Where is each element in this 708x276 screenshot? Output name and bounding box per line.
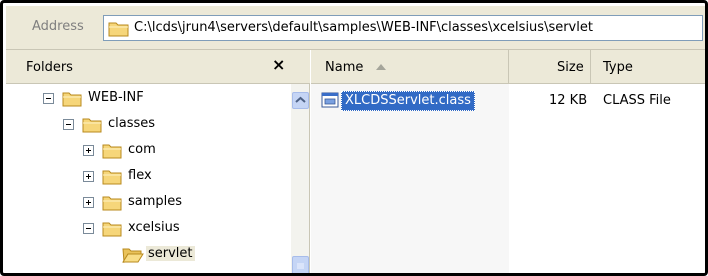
tree-item-com[interactable]: com	[6, 140, 286, 162]
expand-icon[interactable]	[83, 197, 94, 208]
column-header-type[interactable]: Type	[591, 50, 705, 84]
scroll-up-button[interactable]	[292, 92, 309, 109]
address-path: C:\lcds\jrun4\servers\default\samples\WE…	[134, 20, 593, 35]
vertical-scrollbar[interactable]	[291, 84, 309, 273]
tree-item-label: com	[128, 142, 156, 157]
column-header-label: Size	[557, 60, 584, 75]
collapse-icon[interactable]	[63, 119, 74, 130]
tree-item-classes[interactable]: classes	[6, 114, 286, 136]
folders-header: Folders ×	[6, 50, 310, 84]
grip-icon	[297, 263, 304, 269]
tree-item-label: classes	[108, 116, 156, 131]
file-name[interactable]: XLCDSServlet.class	[341, 91, 475, 111]
folder-icon	[102, 194, 122, 211]
file-type: CLASS File	[603, 93, 671, 108]
file-list: Name Size Type XLCDSServlet.class 12 KB …	[311, 50, 705, 273]
collapse-icon[interactable]	[43, 93, 54, 104]
expand-icon[interactable]	[83, 171, 94, 182]
scroll-thumb[interactable]	[292, 256, 309, 273]
column-header-name[interactable]: Name	[311, 50, 509, 84]
folder-icon	[102, 220, 122, 237]
tree-item-web-inf[interactable]: WEB-INF	[6, 88, 286, 110]
folder-icon	[82, 116, 102, 133]
class-file-icon	[321, 92, 339, 109]
tree-item-servlet[interactable]: servlet	[6, 244, 286, 266]
sort-ascending-icon	[376, 64, 386, 70]
column-header-size[interactable]: Size	[509, 50, 591, 84]
folder-tree: WEB-INF classes com flex samples xcelsiu…	[6, 84, 290, 273]
folder-icon	[102, 168, 122, 185]
open-folder-icon	[122, 246, 144, 264]
tree-item-label: xcelsius	[128, 220, 180, 235]
column-header-label: Type	[603, 60, 633, 75]
tree-item-xcelsius[interactable]: xcelsius	[6, 218, 286, 240]
address-input[interactable]: C:\lcds\jrun4\servers\default\samples\WE…	[103, 15, 703, 41]
folder-icon	[62, 90, 82, 107]
folders-pane: Folders × WEB-INF classes com flex sampl…	[6, 50, 310, 273]
folders-title: Folders	[26, 60, 73, 75]
explorer-window: Address C:\lcds\jrun4\servers\default\sa…	[0, 0, 708, 276]
tree-item-flex[interactable]: flex	[6, 166, 286, 188]
file-row[interactable]: XLCDSServlet.class 12 KB CLASS File	[311, 90, 705, 112]
address-label: Address	[32, 19, 84, 34]
folder-icon	[102, 142, 122, 159]
column-header-label: Name	[325, 60, 364, 75]
collapse-icon[interactable]	[83, 223, 94, 234]
address-bar: Address C:\lcds\jrun4\servers\default\sa…	[6, 6, 705, 50]
name-column-shade	[311, 84, 509, 273]
tree-item-label: servlet	[146, 246, 195, 261]
folder-icon	[108, 20, 130, 41]
tree-item-label: samples	[128, 194, 183, 209]
tree-item-label: WEB-INF	[88, 90, 144, 105]
tree-item-samples[interactable]: samples	[6, 192, 286, 214]
chevron-up-icon	[295, 96, 306, 103]
close-icon[interactable]: ×	[272, 55, 285, 74]
expand-icon[interactable]	[83, 145, 94, 156]
tree-item-label: flex	[128, 168, 152, 183]
file-size: 12 KB	[549, 93, 588, 108]
